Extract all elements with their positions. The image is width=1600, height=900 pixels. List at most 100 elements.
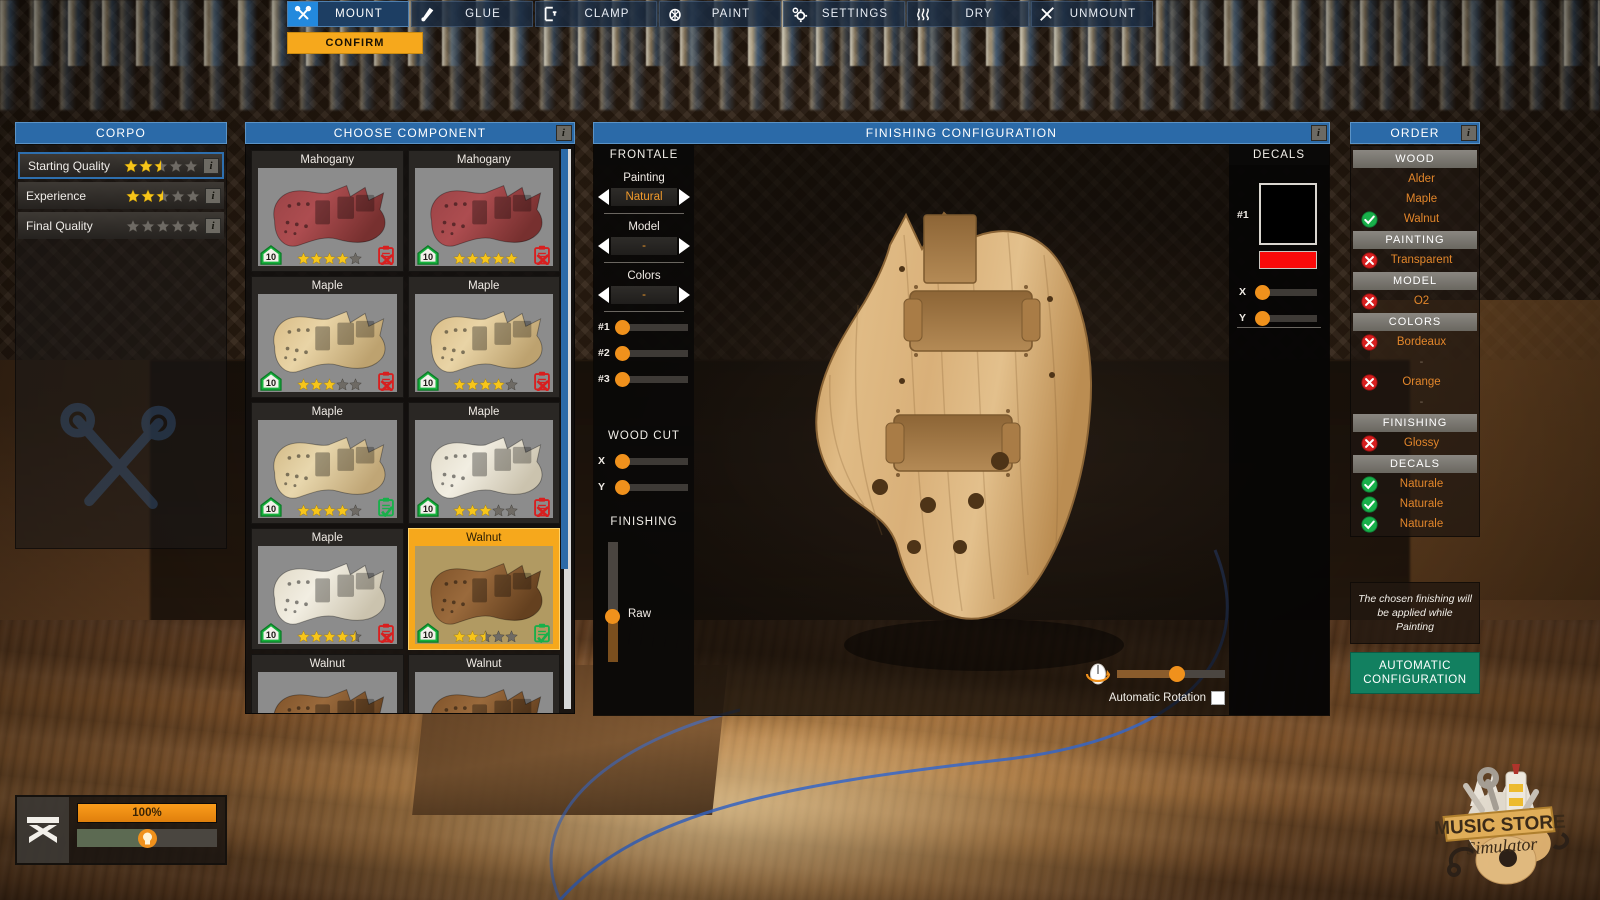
tab-glue[interactable]: GLUE: [411, 1, 533, 27]
colors-next-arrow-icon[interactable]: [679, 287, 690, 303]
order-panel-body: WOOD Alder Maple Walnut PAINTING Transparent M…: [1350, 145, 1480, 537]
woodcut-slider-track[interactable]: [614, 479, 688, 495]
lightbulb-icon[interactable]: [138, 828, 157, 848]
painting-spinner[interactable]: Natural: [598, 187, 690, 207]
order-row: Glossy: [1353, 433, 1477, 453]
finishing-vertical-slider[interactable]: Raw: [605, 542, 651, 662]
decal-preview-swatch[interactable]: [1259, 183, 1317, 245]
component-card[interactable]: Maple 10: [251, 402, 404, 524]
star-full-icon: [296, 378, 310, 391]
tab-label: CLAMP: [584, 8, 630, 20]
component-card[interactable]: Walnut 10: [407, 654, 560, 713]
color-slot-slider-knob[interactable]: [614, 319, 630, 335]
status-hud: 100%: [15, 795, 227, 865]
star-full-icon: [492, 378, 506, 391]
confirm-button[interactable]: CONFIRM: [287, 32, 423, 54]
guitar-body-thumbnail-icon: [273, 688, 385, 713]
star-full-icon: [296, 630, 310, 643]
rotation-slider-track[interactable]: [1117, 666, 1225, 682]
model-spinner[interactable]: -: [598, 236, 690, 256]
component-card[interactable]: Maple 10: [407, 276, 560, 398]
color-slot-slider-track[interactable]: [614, 371, 688, 387]
decal-slider-knob[interactable]: [1255, 284, 1271, 300]
component-badges: 10: [260, 623, 395, 643]
corpo-info-icon[interactable]: i: [203, 157, 219, 174]
woodcut-slider-track[interactable]: [614, 453, 688, 469]
decal-slider-track[interactable]: [1255, 284, 1317, 300]
order-info-icon[interactable]: i: [1461, 125, 1477, 141]
color-slot-slider-tag: #1: [598, 321, 610, 333]
star-full-icon: [322, 378, 336, 391]
star-full-icon: [453, 504, 467, 517]
component-card[interactable]: Maple 10: [251, 276, 404, 398]
star-full-icon: [479, 504, 493, 517]
order-group-heading: WOOD: [1353, 150, 1477, 168]
divider: [604, 262, 684, 263]
color-slot-slider-list: #1 #2 #3: [594, 316, 694, 390]
color-slot-slider-row: #3: [598, 368, 688, 390]
tab-mount[interactable]: MOUNT: [287, 1, 409, 27]
decal-slider-track[interactable]: [1255, 310, 1317, 326]
decal-slider-tag: Y: [1239, 312, 1247, 324]
woodcut-slider-knob[interactable]: [614, 453, 630, 469]
component-card[interactable]: Mahogany 10: [407, 150, 560, 272]
finishing-info-icon[interactable]: i: [1311, 125, 1327, 141]
colors-prev-arrow-icon[interactable]: [598, 287, 609, 303]
tab-dry[interactable]: DRY: [907, 1, 1029, 27]
colors-spinner[interactable]: -: [598, 285, 690, 305]
automatic-rotation-checkbox[interactable]: [1211, 691, 1225, 705]
decal-color-swatch[interactable]: [1259, 251, 1317, 269]
order-row: O2: [1353, 291, 1477, 311]
tab-clamp[interactable]: CLAMP: [535, 1, 657, 27]
component-card[interactable]: Walnut 10: [407, 528, 560, 650]
painting-next-arrow-icon[interactable]: [679, 189, 690, 205]
order-row-label: O2: [1413, 295, 1430, 307]
painting-prev-arrow-icon[interactable]: [598, 189, 609, 205]
painting-label: Painting: [623, 172, 665, 184]
woodcut-slider-tag: Y: [598, 481, 606, 493]
woodcut-slider-knob[interactable]: [614, 479, 630, 495]
star-empty-icon: [184, 158, 198, 172]
component-card[interactable]: Mahogany 10: [251, 150, 404, 272]
color-slot-slider-track[interactable]: [614, 345, 688, 361]
tab-paint[interactable]: PAINT: [659, 1, 781, 27]
color-slot-slider-row: #2: [598, 342, 688, 364]
corpo-info-icon[interactable]: i: [205, 187, 221, 204]
light-intensity-slider[interactable]: [77, 828, 217, 848]
model-next-arrow-icon[interactable]: [679, 238, 690, 254]
component-scrollbar-thumb[interactable]: [561, 149, 568, 569]
component-scrollbar-track[interactable]: [561, 149, 571, 709]
star-empty-icon: [492, 630, 506, 643]
spray-can-icon: [660, 2, 690, 26]
divider: [604, 213, 684, 214]
order-row-label: Naturale: [1399, 498, 1444, 510]
finishing-title-text: FINISHING CONFIGURATION: [865, 126, 1058, 140]
automatic-configuration-button[interactable]: AUTOMATIC CONFIGURATION: [1350, 652, 1480, 694]
finishing-slider-knob[interactable]: [605, 609, 620, 625]
rotation-slider-knob[interactable]: [1169, 666, 1186, 682]
tab-settings[interactable]: SETTINGS: [783, 1, 905, 27]
color-slot-slider-track[interactable]: [614, 319, 688, 335]
tab-unmount[interactable]: UNMOUNT: [1031, 1, 1153, 27]
choose-info-icon[interactable]: i: [556, 125, 572, 141]
choose-component-panel: CHOOSE COMPONENT i Mahogany 10 Mahogany 10 M…: [245, 122, 575, 714]
color-slot-slider-knob[interactable]: [614, 371, 630, 387]
decal-slider-knob[interactable]: [1255, 310, 1271, 326]
model-prev-arrow-icon[interactable]: [598, 238, 609, 254]
mode-tab-bar[interactable]: MOUNT GLUE CLAMP PAINT SETTINGS DRY UNMOUNT: [287, 1, 1153, 27]
svg-text:10: 10: [266, 504, 276, 514]
guitar-body-3d-preview[interactable]: [794, 175, 1154, 675]
component-card[interactable]: Maple 10: [251, 528, 404, 650]
clipboard-x-icon: [534, 497, 550, 517]
order-row-label: Maple: [1405, 193, 1438, 205]
star-full-icon: [335, 630, 349, 643]
clipboard-x-icon: [377, 245, 394, 265]
component-thumbnail: 10: [258, 168, 397, 266]
component-card[interactable]: Maple 10: [407, 402, 560, 524]
corpo-info-icon[interactable]: i: [205, 217, 221, 234]
rotation-slider-fill: [1117, 670, 1178, 678]
color-slot-slider-knob[interactable]: [614, 345, 630, 361]
order-row: Orange: [1353, 372, 1477, 392]
component-card[interactable]: Walnut 10: [251, 654, 404, 713]
tab-label: GLUE: [465, 8, 501, 20]
